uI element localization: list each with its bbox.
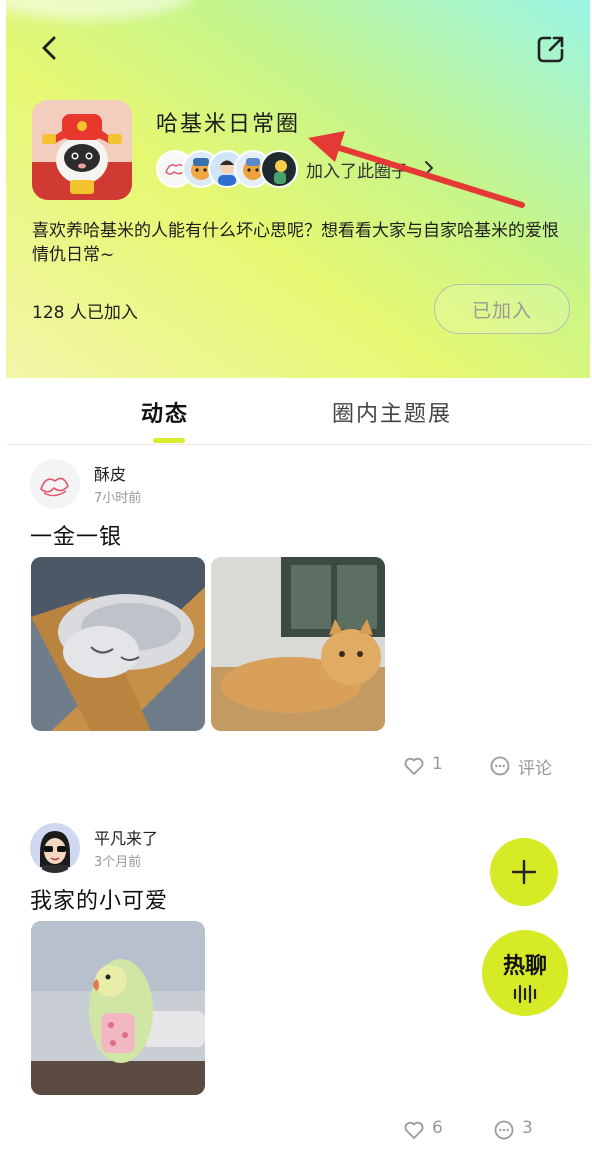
tab-bar: 动态 圈内主题展 [6,378,590,445]
back-button[interactable] [32,30,68,66]
active-tab-indicator [153,438,185,443]
circle-description: 喜欢养哈基米的人能有什么坏心思呢？想看看大家与自家哈基米的爱恨情仇日常~ [32,221,559,265]
circle-cover-image [32,100,132,200]
add-post-button[interactable] [490,838,558,906]
like-count: 1 [432,754,443,774]
circle-title: 哈基米日常圈 [156,112,301,137]
post-image[interactable] [31,921,205,1095]
member-avatar [260,150,298,188]
comment-icon[interactable] [492,1118,516,1142]
post-author[interactable]: 酥皮 [94,461,126,485]
plus-icon [511,859,537,885]
voice-wave-icon [513,984,537,1004]
post-author[interactable]: 平凡来了 [94,825,158,849]
member-count: 128 人已加入 [32,303,138,323]
chevron-left-icon [42,36,56,60]
post-time: 3个月前 [94,855,142,870]
tab-feed[interactable]: 动态 [141,396,189,428]
post-time: 7小时前 [94,491,142,506]
cat-in-red-hat-image [32,100,132,200]
tab-theme-exhibition[interactable]: 圈内主题展 [332,396,452,428]
comment-label[interactable]: 评论 [518,754,552,779]
joined-button[interactable]: 已加入 [434,284,570,334]
header-glow [6,0,196,20]
like-count: 6 [432,1118,443,1138]
silver-cat-photo [31,557,205,731]
share-button[interactable] [534,32,568,66]
post-text: 一金一银 [30,525,123,550]
like-icon[interactable] [402,1118,426,1142]
parrot-photo [31,921,205,1095]
share-icon [537,36,564,63]
comment-icon[interactable] [488,754,512,778]
orange-cat-photo [211,557,385,731]
avatar[interactable] [30,459,80,509]
post-image[interactable] [211,557,385,731]
avatar[interactable] [30,823,80,873]
like-icon[interactable] [402,754,426,778]
post-text: 我家的小可爱 [30,889,169,914]
hot-chat-button[interactable]: 热聊 [482,930,568,1016]
chevron-right-icon [422,158,436,178]
member-avatars[interactable] [156,150,298,188]
post-card[interactable]: 酥皮 7小时前 一金一银 1 评论 [6,444,590,804]
post-image[interactable] [31,557,205,731]
joined-circle-link[interactable]: 加入了此圈子 [306,157,408,182]
circle-header: 哈基米日常圈 加入了此圈子 喜欢养哈基米的人能有什么坏心思呢？想看看大家与自家哈… [6,0,590,378]
comment-count: 3 [522,1118,533,1138]
